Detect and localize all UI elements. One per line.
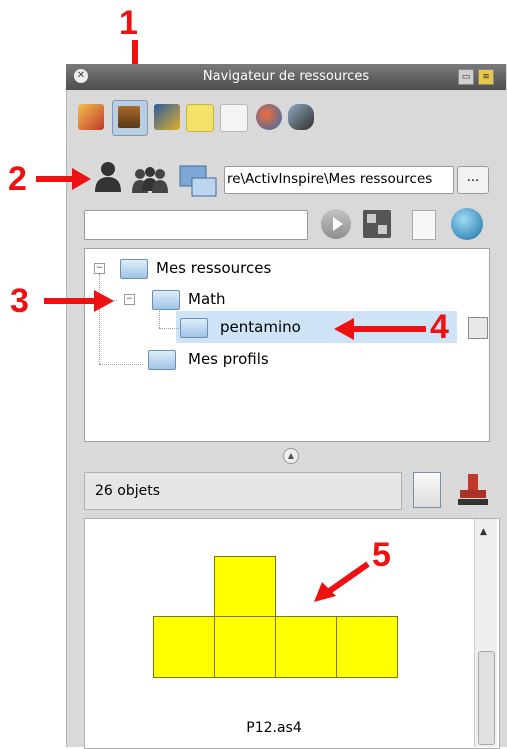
annotation-number-3: 3	[10, 282, 29, 320]
search-options-icon[interactable]	[363, 210, 391, 238]
computer-folder-icon[interactable]	[178, 164, 218, 198]
search-go-button[interactable]	[321, 209, 351, 239]
annotation-number-5: 5	[372, 536, 391, 574]
pentamino-square[interactable]	[275, 616, 337, 678]
annotation-arrow-4	[334, 318, 426, 340]
preview-filename[interactable]: P12.as4	[234, 720, 314, 736]
voting-icon[interactable]	[288, 104, 314, 130]
tree-item-pentamino[interactable]: pentamino	[220, 318, 301, 336]
pentamino-square[interactable]	[214, 616, 276, 678]
folder-properties-icon[interactable]	[468, 317, 488, 339]
expand-toggle[interactable]: −	[94, 263, 105, 274]
actions-icon[interactable]	[256, 104, 282, 130]
folder-icon	[180, 318, 208, 338]
pentamino-square[interactable]	[214, 556, 276, 618]
expand-toggle[interactable]: −	[124, 294, 135, 305]
scrollbar[interactable]: ▲	[474, 519, 497, 747]
title-bar: ✕ Navigateur de ressources ▭ ≡	[66, 64, 506, 90]
annotations-icon[interactable]	[154, 104, 180, 130]
annotation-number-4: 4	[430, 308, 449, 346]
annotation-arrow-5	[314, 561, 370, 602]
folder-icon	[152, 290, 180, 310]
path-value: re\ActivInspire\Mes ressources	[227, 171, 433, 187]
shared-resources-icon[interactable]	[130, 166, 168, 194]
play-icon	[333, 217, 343, 231]
annotation-arrow-3	[44, 290, 114, 312]
tree-item-mes-ressources[interactable]: Mes ressources	[156, 259, 271, 277]
scroll-thumb[interactable]	[478, 651, 495, 745]
web-search-icon[interactable]	[451, 208, 483, 240]
search-input[interactable]	[84, 210, 308, 240]
view-options-icon[interactable]	[413, 472, 441, 508]
tree-item-mes-profils[interactable]: Mes profils	[188, 350, 269, 368]
window-title: Navigateur de ressources	[202, 69, 370, 84]
properties-icon[interactable]	[220, 104, 248, 132]
tree-item-math[interactable]: Math	[188, 290, 226, 308]
object-count: 26 objets	[95, 483, 161, 499]
resources-icon	[118, 106, 140, 128]
stamp-icon[interactable]	[456, 472, 490, 508]
path-field[interactable]: re\ActivInspire\Mes ressources	[224, 166, 454, 194]
scroll-up-icon[interactable]: ▲	[480, 527, 487, 537]
object-count-bar: 26 objets	[84, 472, 402, 510]
tree-line	[159, 328, 179, 330]
notes-icon[interactable]	[186, 104, 214, 132]
document-icon[interactable]	[412, 210, 436, 240]
pentamino-square[interactable]	[336, 616, 398, 678]
menu-icon[interactable]: ≡	[478, 69, 494, 85]
pin-icon[interactable]: ▭	[458, 69, 474, 85]
annotation-number-2: 2	[8, 160, 27, 198]
browse-button[interactable]: ...	[457, 166, 489, 194]
tree-line	[159, 308, 161, 328]
pentamino-square[interactable]	[153, 616, 215, 678]
tree-line	[99, 364, 143, 366]
pages-icon[interactable]	[78, 104, 104, 130]
my-resources-icon[interactable]	[92, 160, 124, 194]
resources-tab[interactable]	[112, 100, 148, 136]
folder-icon	[120, 259, 148, 279]
annotation-arrow-2	[36, 168, 91, 190]
collapse-splitter-icon[interactable]: ▲	[283, 448, 299, 464]
folder-icon	[148, 350, 176, 370]
